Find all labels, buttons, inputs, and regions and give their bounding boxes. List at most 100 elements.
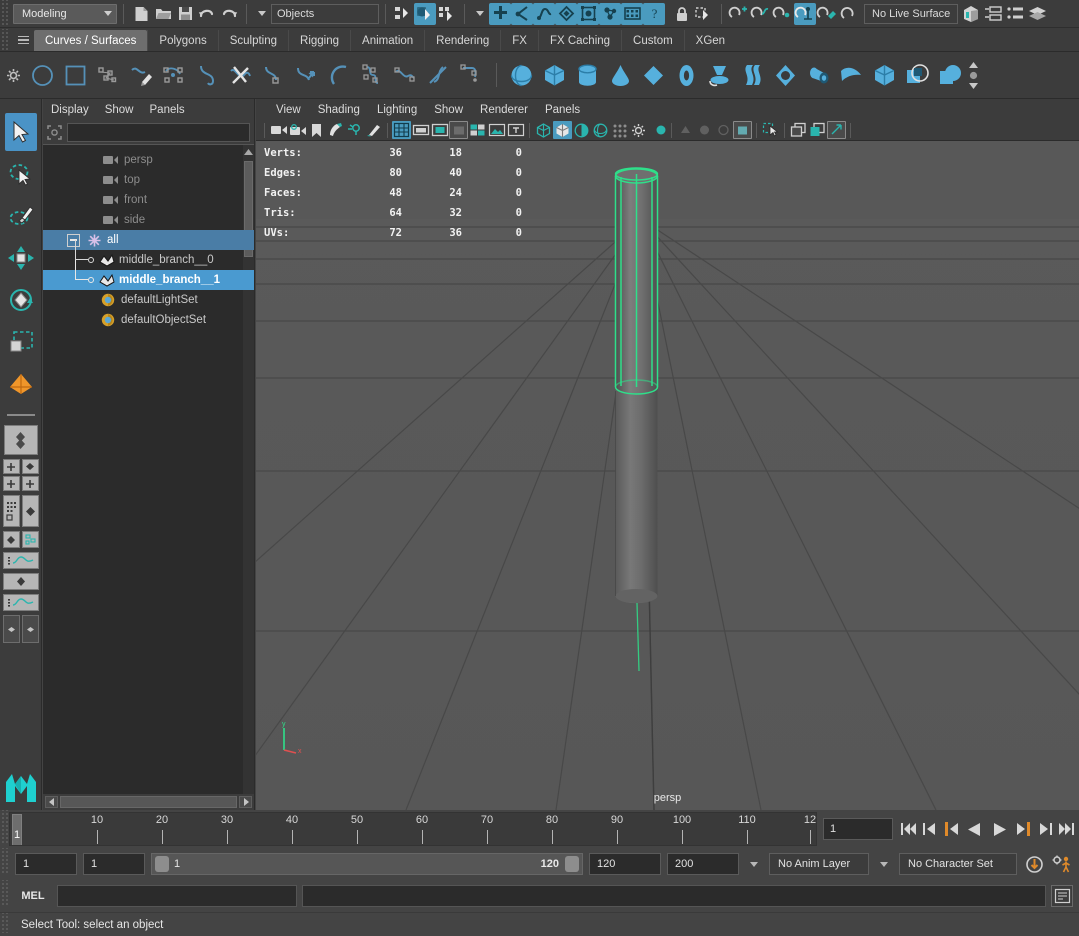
select-camera-icon[interactable] <box>269 121 288 139</box>
shelf-square-surface-icon[interactable] <box>901 55 934 95</box>
outliner-hscroll-thumb[interactable] <box>60 796 237 808</box>
bookmark-icon[interactable] <box>307 121 326 139</box>
single-perspective-view-icon[interactable] <box>3 425 38 455</box>
animation-preferences-icon[interactable] <box>1051 853 1073 875</box>
quick-layout-persp-graph-editor[interactable] <box>2 552 39 569</box>
auto-keyframe-icon[interactable] <box>1023 853 1045 875</box>
outliner-tree[interactable]: persp top front side all middle_branch__… <box>43 144 254 794</box>
dual-pane-left-icon[interactable] <box>2 615 20 643</box>
range-slider[interactable]: 1 120 <box>151 853 583 875</box>
shelf-rebuild-curve-icon[interactable] <box>356 55 389 95</box>
mask-deformations-icon[interactable] <box>577 2 599 25</box>
outliner-item-persp[interactable]: persp <box>43 150 254 170</box>
all-lights-icon[interactable] <box>648 121 667 139</box>
persp-pane-icon[interactable] <box>21 495 39 527</box>
hypergraph-pane-icon[interactable] <box>21 531 39 548</box>
shelf-nurbs-cylinder-icon[interactable] <box>571 55 604 95</box>
shelf-tab-animation[interactable]: Animation <box>350 30 425 51</box>
snap-to-grid-icon[interactable] <box>728 3 750 25</box>
outliner-pane-icon[interactable] <box>2 495 20 527</box>
shelf-cut-curve-icon[interactable] <box>224 55 257 95</box>
outliner-menu-show[interactable]: Show <box>105 104 134 116</box>
menu-set-selector[interactable]: Modeling <box>13 3 117 24</box>
live-surface-field[interactable]: No Live Surface <box>864 3 959 24</box>
outliner-filter-icon[interactable] <box>46 124 63 141</box>
shelf-tab-polygons[interactable]: Polygons <box>147 30 218 51</box>
shelf-extend-curve-icon[interactable] <box>290 55 323 95</box>
scroll-left-icon[interactable] <box>45 796 58 808</box>
quick-layout-persp-graph[interactable] <box>2 531 39 548</box>
chevron-down-icon[interactable] <box>476 11 484 16</box>
persp-pane-small-icon[interactable] <box>2 531 20 548</box>
shelf-revolve-icon[interactable] <box>703 55 736 95</box>
use-default-lighting-icon[interactable] <box>629 121 648 139</box>
step-back-frame-icon[interactable] <box>941 818 960 840</box>
shelf-scroll-controls[interactable] <box>967 55 979 95</box>
script-editor-icon[interactable] <box>1051 885 1073 907</box>
range-grip[interactable] <box>0 848 9 874</box>
tool-settings-icon[interactable] <box>982 3 1004 25</box>
rotate-tool-icon[interactable] <box>5 281 37 319</box>
lasso-select-tool-icon[interactable] <box>5 155 37 193</box>
viewport-menu-panels[interactable]: Panels <box>545 104 580 116</box>
image-plane-icon[interactable] <box>326 121 345 139</box>
hardware-texturing-icon[interactable] <box>610 121 629 139</box>
panel-tear-off-icon[interactable] <box>808 121 827 139</box>
mask-surfaces-icon[interactable] <box>555 2 577 25</box>
go-to-start-icon[interactable] <box>899 818 918 840</box>
redo-icon[interactable] <box>218 3 240 25</box>
shelf-tab-curves-surfaces[interactable]: Curves / Surfaces <box>34 30 148 51</box>
shelf-tab-xgen[interactable]: XGen <box>683 30 737 51</box>
chevron-down-icon[interactable] <box>258 11 266 16</box>
shelf-boundary-icon[interactable] <box>868 55 901 95</box>
time-slider-track[interactable]: 1 10 20 30 40 50 60 70 80 90 100 110 12 <box>9 812 817 846</box>
paint-effects-icon[interactable] <box>364 121 383 139</box>
playback-end-time-field[interactable]: 120 <box>589 853 661 875</box>
outliner-item-middle-branch-1[interactable]: middle_branch__1 <box>43 260 254 290</box>
viewport-menu-lighting[interactable]: Lighting <box>377 104 417 116</box>
gate-mask-icon[interactable] <box>449 121 468 139</box>
command-line-grip[interactable] <box>0 880 9 906</box>
shelf-bevel-plus-icon[interactable] <box>934 55 967 95</box>
motion-blur-icon[interactable] <box>714 121 733 139</box>
shelf-loft-icon[interactable] <box>736 55 769 95</box>
two-sided-lighting-icon[interactable] <box>345 121 364 139</box>
collapse-expander-icon[interactable] <box>67 233 80 247</box>
shelf-nurbs-cone-icon[interactable] <box>604 55 637 95</box>
isolate-select-icon[interactable] <box>761 121 780 139</box>
viewport-3d-canvas[interactable]: Verts: 36 18 0 Edges: 80 40 0 Faces: 48 <box>256 141 1079 810</box>
scroll-right-icon[interactable] <box>239 796 252 808</box>
selection-mask-icon[interactable] <box>693 3 715 25</box>
image-plane-toggle-icon[interactable] <box>487 121 506 139</box>
channel-box-icon[interactable] <box>1004 3 1026 25</box>
shelf-tab-sculpting[interactable]: Sculpting <box>217 30 289 51</box>
character-set-selector[interactable]: No Character Set <box>899 853 1017 875</box>
camera-attributes-icon[interactable] <box>288 121 307 139</box>
select-tool-icon[interactable] <box>4 113 37 151</box>
play-forwards-icon[interactable] <box>988 818 1012 840</box>
layer-editor-icon[interactable] <box>1026 3 1048 25</box>
open-scene-icon[interactable] <box>152 3 174 25</box>
playback-start-time-field[interactable]: 1 <box>83 853 145 875</box>
outliner-item-front[interactable]: front <box>43 190 254 210</box>
mask-joints-icon[interactable] <box>511 2 533 25</box>
panel-copy-icon[interactable] <box>789 121 808 139</box>
step-forward-key-icon[interactable] <box>1035 818 1054 840</box>
viewport-menu-view[interactable]: View <box>276 104 301 116</box>
xray-toggle-icon[interactable] <box>468 121 487 139</box>
shelf-cv-curve-icon[interactable] <box>92 55 125 95</box>
shelf-tab-custom[interactable]: Custom <box>621 30 684 51</box>
mask-curves-icon[interactable] <box>533 2 555 25</box>
film-gate-icon[interactable] <box>411 121 430 139</box>
shadows-icon[interactable] <box>676 121 695 139</box>
outliner-item-defaultObjectSet[interactable]: defaultObjectSet <box>43 310 254 330</box>
shelf-options-gear-icon[interactable] <box>0 68 26 83</box>
shaded-wireframe-icon[interactable] <box>572 121 591 139</box>
command-input[interactable] <box>57 885 297 907</box>
step-forward-frame-icon[interactable] <box>1014 818 1033 840</box>
undo-icon[interactable] <box>196 3 218 25</box>
shelf-square-icon[interactable] <box>59 55 92 95</box>
snap-to-curve-icon[interactable] <box>750 3 772 25</box>
attribute-editor-icon[interactable] <box>960 3 982 25</box>
select-by-object-icon[interactable] <box>414 2 436 25</box>
